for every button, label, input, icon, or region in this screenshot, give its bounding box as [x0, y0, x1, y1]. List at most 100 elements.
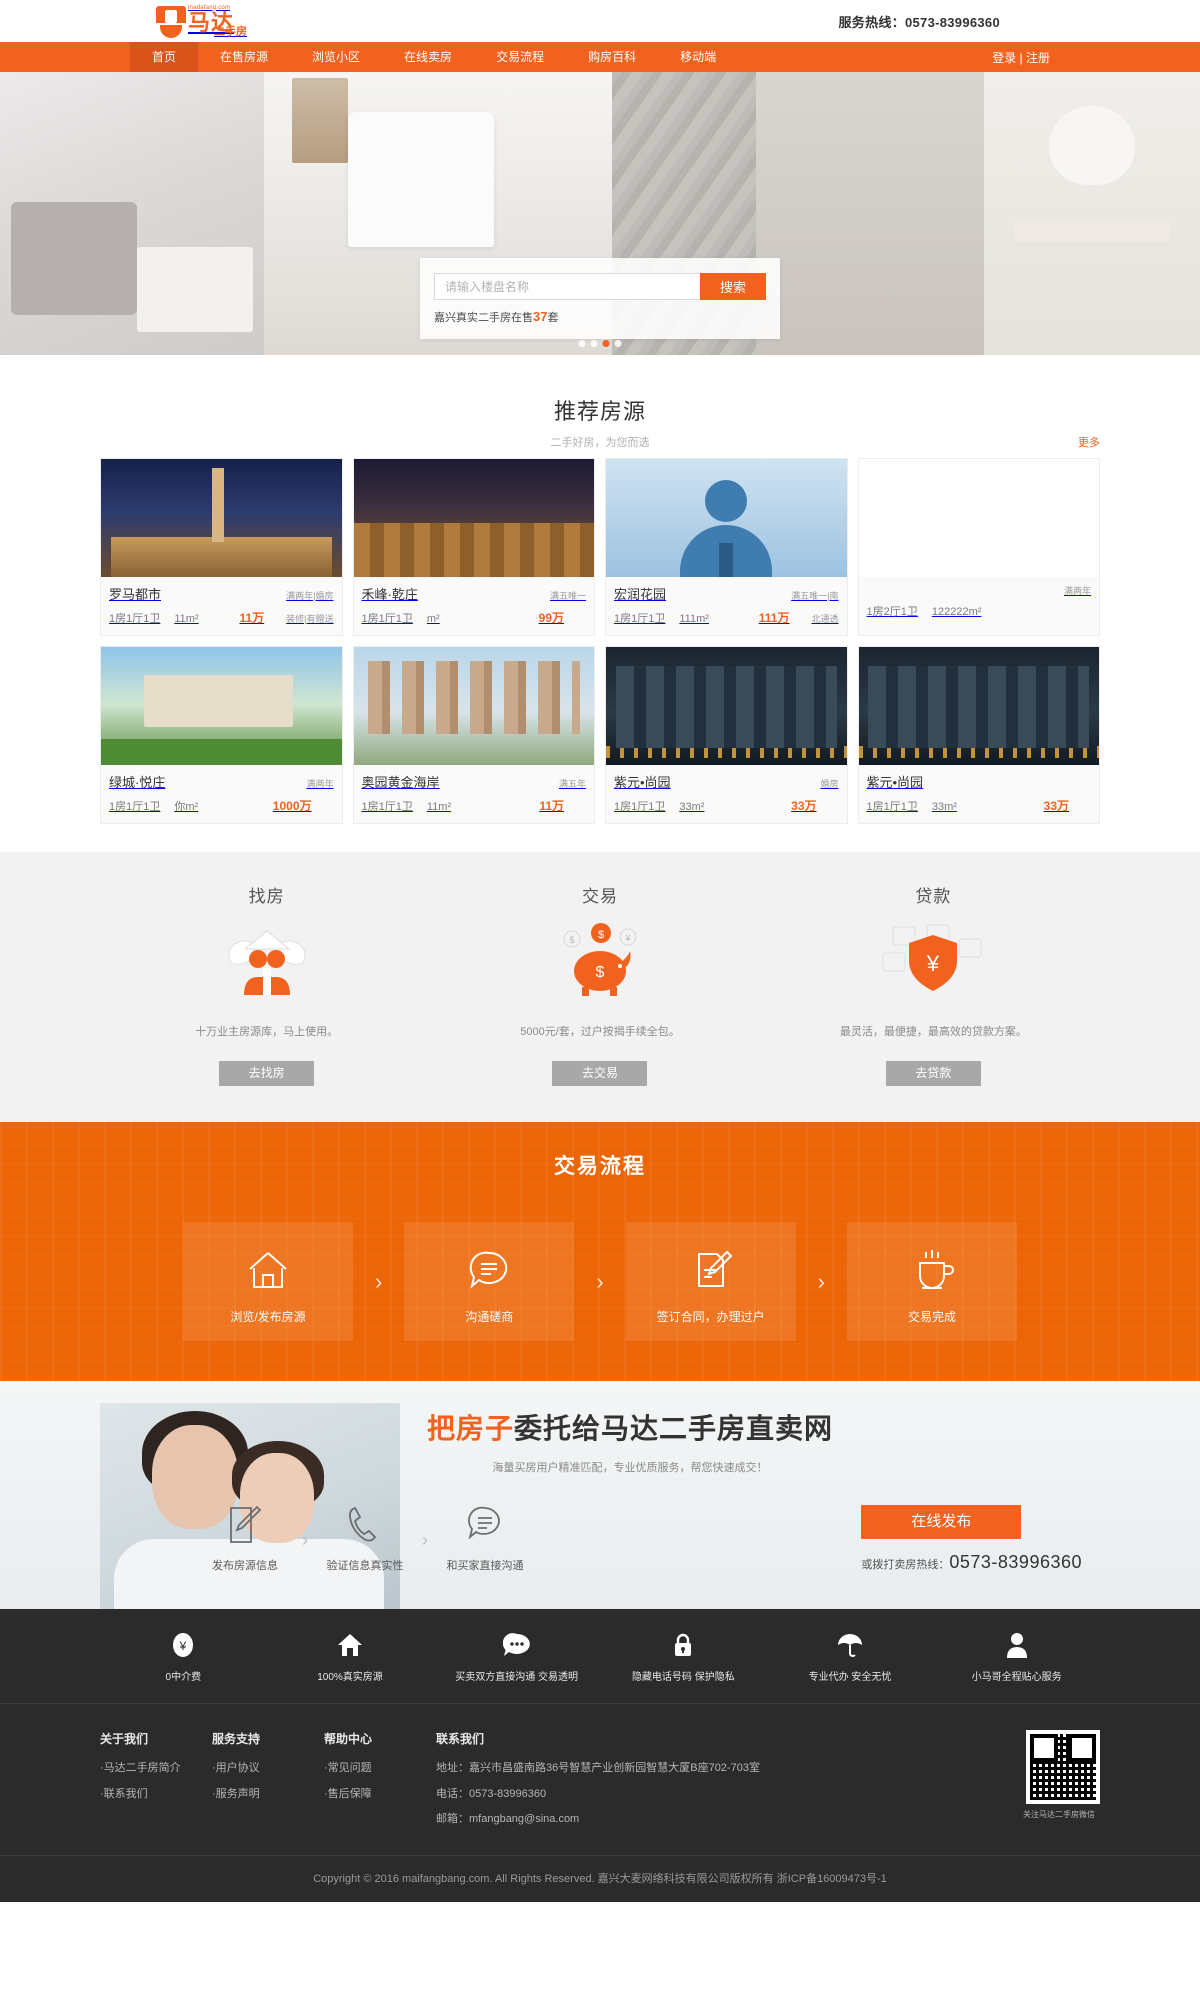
carousel-dots[interactable] — [578, 340, 622, 347]
listing-layout: 1房2厅1卫 — [866, 606, 918, 618]
footer-link[interactable]: ·常见问题 — [324, 1760, 436, 1777]
nav-item-home[interactable]: 首页 — [130, 42, 199, 72]
cta-title-highlight: 把房子 — [426, 1413, 514, 1444]
feature-item-agency: 专业代办 安全无忧 — [767, 1631, 934, 1683]
nav-item-communities[interactable]: 浏览小区 — [290, 42, 382, 72]
listing-card[interactable]: 宏润花园 满五唯一|南 1房1厅1卫 111m² 111万 北通透 — [605, 458, 848, 636]
listing-area: 33m² — [931, 801, 957, 813]
nav-link-home[interactable]: 首页 — [130, 42, 199, 72]
nav-link-process[interactable]: 交易流程 — [474, 42, 566, 72]
nav-item-sell[interactable]: 在线卖房 — [382, 42, 474, 72]
listing-tag: 满两年|婚房 — [286, 591, 334, 601]
listing-price: 99万 — [538, 611, 564, 625]
feature-label: 小马哥全程贴心服务 — [971, 1672, 1062, 1683]
services-section: 找房 十万业主房源库，马上使用。 去找房 交易 $ ¥ $ $ 5000元/套，… — [0, 852, 1200, 1122]
service-button-loan[interactable]: 去贷款 — [885, 1061, 981, 1086]
svg-text:¥: ¥ — [624, 933, 631, 943]
service-button-find-house[interactable]: 去找房 — [219, 1061, 315, 1086]
footer-link[interactable]: ·联系我们 — [100, 1786, 212, 1803]
listing-card[interactable]: 禾峰·乾庄 满五唯一 1房1厅1卫 m² 99万 — [352, 458, 595, 636]
footer-column-help: 帮助中心 ·常见问题 ·售后保障 — [324, 1730, 436, 1837]
listing-grid: 罗马都市 满两年|婚房 1房1厅1卫 11m² 11万 装修|有赠送 禾峰·乾庄… — [100, 458, 1100, 824]
nav-item-mobile[interactable]: 移动端 — [658, 42, 738, 72]
listing-thumbnail — [858, 459, 1099, 577]
carousel-dot-4[interactable] — [614, 340, 622, 347]
edit-document-icon — [227, 1505, 263, 1545]
footer-column-title: 服务支持 — [212, 1732, 261, 1746]
nav-link-sell[interactable]: 在线卖房 — [382, 42, 474, 72]
search-input[interactable] — [434, 273, 700, 300]
chevron-right-icon: › — [596, 1268, 604, 1294]
listing-card[interactable]: 绿城·悦庄 满两年 1房1厅1卫 你m² 1000万 — [100, 646, 343, 824]
footer-link[interactable]: ·售后保障 — [324, 1786, 436, 1803]
footer-link[interactable]: ·马达二手房简介 — [100, 1760, 212, 1777]
listing-thumbnail — [606, 459, 847, 577]
more-link[interactable]: 更多 — [1078, 434, 1100, 450]
nav-item-wiki[interactable]: 购房百科 — [566, 42, 658, 72]
listing-price: 1000万 — [272, 799, 312, 813]
listing-thumbnail — [858, 647, 1099, 765]
publish-online-button[interactable]: 在线发布 — [861, 1505, 1022, 1539]
home-icon — [267, 1631, 434, 1659]
nav-link-mobile[interactable]: 移动端 — [658, 42, 738, 72]
listing-layout: 1房1厅1卫 — [866, 801, 918, 813]
cta-step-label: 发布房源信息 — [212, 1560, 278, 1572]
carousel-dot-3[interactable] — [602, 340, 610, 347]
listing-card[interactable]: 罗马都市 满两年|婚房 1房1厅1卫 11m² 11万 装修|有赠送 — [100, 458, 343, 636]
svg-text:$: $ — [598, 929, 604, 941]
listing-price: 11万 — [539, 799, 564, 813]
footer-column-title: 关于我们 — [100, 1732, 149, 1746]
listing-tag: 满两年 — [306, 779, 334, 789]
listing-card[interactable]: 奥园黄金海岸 满五年 1房1厅1卫 11m² 11万 — [352, 646, 595, 824]
footer-link[interactable]: ·服务声明 — [212, 1786, 324, 1803]
cta-subtitle: 海量买房用户精准匹配，专业优质服务，帮您快速成交！ — [492, 1462, 768, 1474]
nav-link-listings[interactable]: 在售房源 — [198, 42, 290, 72]
feature-label: 100%真实房源 — [317, 1672, 383, 1683]
listing-card[interactable]: 紫元•尚园 1房1厅1卫 33m² 33万 — [857, 646, 1100, 824]
entrust-cta-section: 把房子委托给马达二手房直卖网 海量买房用户精准匹配，专业优质服务，帮您快速成交！… — [0, 1381, 1200, 1609]
features-bar: ¥ 0中介费 100%真实房源 买卖双方直接沟通 交易透明 隐藏电话号码 保护隐… — [0, 1609, 1200, 1703]
flow-step-label: 签订合同，办理过户 — [656, 1310, 765, 1324]
listing-thumbnail — [101, 459, 342, 577]
flow-step-complete: 交易完成 — [846, 1222, 1017, 1341]
site-logo[interactable]: madafang.com 马达 二手房 — [156, 5, 247, 38]
listing-card[interactable]: 满两年 1房2厅1卫 122222m² — [857, 458, 1100, 636]
listing-tag: 婚房 — [820, 779, 839, 789]
cta-phone-number: 0573-83996360 — [949, 1552, 1082, 1572]
site-footer: 关于我们 ·马达二手房简介 ·联系我们 服务支持 ·用户协议 ·服务声明 帮助中… — [0, 1703, 1200, 1855]
listing-price: 111万 — [758, 611, 790, 625]
hero-banner: 搜索 嘉兴真实二手房在售37套 — [0, 72, 1200, 355]
listing-card[interactable]: 紫元•尚园 婚房 1房1厅1卫 33m² 33万 — [605, 646, 848, 824]
auth-links[interactable]: 登录 | 注册 — [992, 49, 1050, 66]
footer-link[interactable]: ·用户协议 — [212, 1760, 324, 1777]
listing-name: 罗马都市 — [109, 587, 162, 602]
footer-column-contact: 联系我们 地址：嘉兴市昌盛南路36号智慧产业创新园智慧大厦B座702-703室 … — [436, 1730, 1018, 1837]
cta-phone: 或拨打卖房热线：0573-83996360 — [861, 1552, 1082, 1573]
user-icon — [933, 1631, 1100, 1659]
feature-label: 买卖双方直接沟通 交易透明 — [455, 1672, 579, 1683]
listing-name: 禾峰·乾庄 — [361, 587, 418, 602]
login-register-link[interactable]: 登录 | 注册 — [992, 51, 1050, 65]
nav-link-communities[interactable]: 浏览小区 — [290, 42, 382, 72]
cta-title-rest: 委托给马达二手房直卖网 — [514, 1413, 834, 1444]
listing-area: 你m² — [174, 801, 199, 813]
carousel-dot-2[interactable] — [590, 340, 598, 347]
chevron-right-icon: › — [302, 1530, 308, 1550]
yuan-shield-icon: ¥ — [767, 917, 1100, 1005]
note-count: 37 — [533, 309, 548, 324]
cta-step-label: 和买家直接沟通 — [446, 1560, 524, 1572]
carousel-dot-1[interactable] — [578, 340, 586, 347]
service-button-transaction[interactable]: 去交易 — [552, 1061, 648, 1086]
nav-link-wiki[interactable]: 购房百科 — [566, 42, 658, 72]
nav-item-process[interactable]: 交易流程 — [474, 42, 566, 72]
nav-item-listings[interactable]: 在售房源 — [198, 42, 290, 72]
listing-layout: 1房1厅1卫 — [109, 801, 161, 813]
chat-bubble-icon — [433, 1631, 600, 1659]
search-button[interactable]: 搜索 — [700, 273, 766, 300]
copyright-bar: Copyright © 2016 maifangbang.com. All Ri… — [0, 1854, 1200, 1902]
listing-area: 11m² — [174, 613, 199, 625]
listing-layout: 1房1厅1卫 — [109, 613, 161, 625]
feature-item-direct-communication: 买卖双方直接沟通 交易透明 — [433, 1631, 600, 1683]
listing-area: m² — [426, 613, 440, 625]
service-description: 十万业主房源库，马上使用。 — [195, 1026, 339, 1038]
